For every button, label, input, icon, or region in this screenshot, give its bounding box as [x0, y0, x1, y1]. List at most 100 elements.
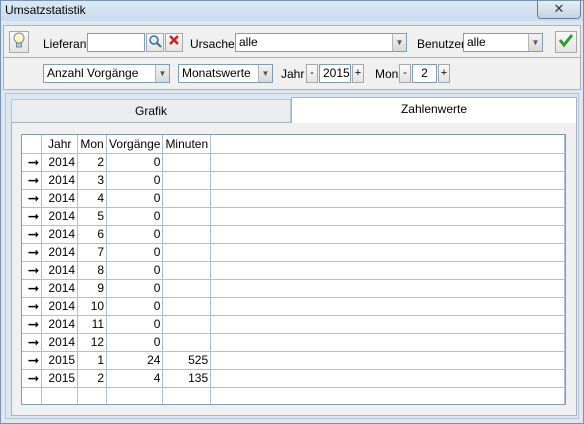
- table-row[interactable]: ➞ 2014 7 0: [22, 243, 565, 262]
- row-arrow-icon[interactable]: ➞: [22, 351, 43, 370]
- cell-mon[interactable]: 2: [77, 153, 108, 172]
- cell-minuten[interactable]: [162, 243, 212, 262]
- row-arrow-icon[interactable]: ➞: [22, 333, 43, 352]
- measure-dropdown[interactable]: Anzahl Vorgänge ▼: [43, 64, 170, 83]
- row-arrow-icon[interactable]: ➞: [22, 243, 43, 262]
- cell-mon[interactable]: 1: [77, 351, 108, 370]
- cell-mon[interactable]: 8: [77, 261, 108, 280]
- period-dropdown[interactable]: Monatswerte ▼: [178, 64, 273, 83]
- column-header-vorgaenge[interactable]: Vorgänge: [106, 135, 164, 154]
- cell-jahr[interactable]: 2014: [41, 261, 79, 280]
- cell-minuten[interactable]: 135: [162, 369, 212, 388]
- table-row[interactable]: ➞ 2014 4 0: [22, 189, 565, 208]
- cell-mon[interactable]: 10: [77, 297, 108, 316]
- ursache-dropdown[interactable]: alle ▼: [235, 33, 407, 52]
- column-header-jahr[interactable]: Jahr: [41, 135, 79, 154]
- cell-jahr[interactable]: 2014: [41, 189, 79, 208]
- cell-jahr[interactable]: 2014: [41, 171, 79, 190]
- cell-mon[interactable]: 5: [77, 207, 108, 226]
- benutzer-dropdown[interactable]: alle ▼: [463, 33, 543, 52]
- cell-mon[interactable]: 3: [77, 171, 108, 190]
- cell-vorgaenge[interactable]: 0: [106, 207, 164, 226]
- row-arrow-icon[interactable]: ➞: [22, 315, 43, 334]
- row-arrow-icon[interactable]: ➞: [22, 369, 43, 388]
- table-row[interactable]: ➞ 2014 10 0: [22, 297, 565, 316]
- column-header-mon[interactable]: Mon: [77, 135, 108, 154]
- tab-grafik[interactable]: Grafik: [11, 99, 291, 123]
- cell-vorgaenge[interactable]: 4: [106, 369, 164, 388]
- cell-vorgaenge[interactable]: 0: [106, 171, 164, 190]
- cell-minuten[interactable]: [162, 225, 212, 244]
- row-arrow-icon[interactable]: ➞: [22, 261, 43, 280]
- cell-jahr[interactable]: 2014: [41, 243, 79, 262]
- table-row[interactable]: ➞ 2014 9 0: [22, 279, 565, 298]
- row-arrow-icon[interactable]: ➞: [22, 297, 43, 316]
- cell-minuten[interactable]: [162, 171, 212, 190]
- cell-vorgaenge[interactable]: 0: [106, 333, 164, 352]
- table-row[interactable]: ➞ 2015 2 4 135: [22, 369, 565, 388]
- cell-minuten[interactable]: [162, 315, 212, 334]
- cell-minuten[interactable]: [162, 153, 212, 172]
- mon-increment-button[interactable]: +: [438, 64, 450, 83]
- cell-vorgaenge[interactable]: 0: [106, 261, 164, 280]
- cell-minuten[interactable]: [162, 189, 212, 208]
- cell-minuten[interactable]: [162, 279, 212, 298]
- row-arrow-icon[interactable]: ➞: [22, 207, 43, 226]
- cell-minuten[interactable]: [162, 261, 212, 280]
- red-x-icon[interactable]: [165, 33, 183, 52]
- cell-jahr[interactable]: 2014: [41, 315, 79, 334]
- cell-jahr[interactable]: 2014: [41, 297, 79, 316]
- table-row[interactable]: ➞ 2015 1 24 525: [22, 351, 565, 370]
- cell-mon[interactable]: 6: [77, 225, 108, 244]
- cell-jahr[interactable]: 2014: [41, 207, 79, 226]
- mon-field[interactable]: 2: [412, 64, 437, 83]
- table-row[interactable]: ➞ 2014 11 0: [22, 315, 565, 334]
- cell-jahr[interactable]: 2014: [41, 333, 79, 352]
- column-header-minuten[interactable]: Minuten: [162, 135, 212, 154]
- green-check-icon[interactable]: [555, 31, 577, 53]
- cell-vorgaenge[interactable]: 0: [106, 189, 164, 208]
- cell-jahr[interactable]: 2014: [41, 225, 79, 244]
- cell-vorgaenge[interactable]: 0: [106, 297, 164, 316]
- cell-minuten[interactable]: 525: [162, 351, 212, 370]
- jahr-increment-button[interactable]: +: [352, 64, 364, 83]
- table-row[interactable]: ➞ 2014 2 0: [22, 153, 565, 172]
- mon-decrement-button[interactable]: -: [399, 64, 411, 83]
- jahr-field[interactable]: 2015: [319, 64, 351, 83]
- table-row[interactable]: ➞ 2014 6 0: [22, 225, 565, 244]
- cell-minuten[interactable]: [162, 297, 212, 316]
- cell-vorgaenge[interactable]: 0: [106, 243, 164, 262]
- row-arrow-icon[interactable]: ➞: [22, 153, 43, 172]
- table-row[interactable]: ➞ 2014 8 0: [22, 261, 565, 280]
- empty-row[interactable]: [22, 387, 565, 404]
- lightbulb-icon[interactable]: [9, 31, 29, 53]
- row-arrow-icon[interactable]: ➞: [22, 279, 43, 298]
- cell-vorgaenge[interactable]: 0: [106, 279, 164, 298]
- table-row[interactable]: ➞ 2014 12 0: [22, 333, 565, 352]
- cell-mon[interactable]: 11: [77, 315, 108, 334]
- tab-zahlenwerte[interactable]: Zahlenwerte: [291, 97, 577, 123]
- table-row[interactable]: ➞ 2014 5 0: [22, 207, 565, 226]
- cell-mon[interactable]: 12: [77, 333, 108, 352]
- cell-minuten[interactable]: [162, 207, 212, 226]
- cell-mon[interactable]: 9: [77, 279, 108, 298]
- cell-mon[interactable]: 7: [77, 243, 108, 262]
- cell-vorgaenge[interactable]: 0: [106, 153, 164, 172]
- lieferant-input[interactable]: [87, 33, 145, 52]
- jahr-decrement-button[interactable]: -: [306, 64, 318, 83]
- row-arrow-icon[interactable]: ➞: [22, 171, 43, 190]
- cell-vorgaenge[interactable]: 0: [106, 225, 164, 244]
- table-row[interactable]: ➞ 2014 3 0: [22, 171, 565, 190]
- cell-mon[interactable]: 4: [77, 189, 108, 208]
- data-grid[interactable]: Jahr Mon Vorgänge Minuten ➞ 2014 2 0 ➞ 2014 3 0…: [21, 134, 566, 405]
- cell-jahr[interactable]: 2015: [41, 351, 79, 370]
- close-button[interactable]: ✕: [537, 1, 581, 19]
- cell-vorgaenge[interactable]: 24: [106, 351, 164, 370]
- row-arrow-icon[interactable]: ➞: [22, 189, 43, 208]
- magnifier-icon[interactable]: [146, 33, 164, 52]
- cell-vorgaenge[interactable]: 0: [106, 315, 164, 334]
- row-arrow-icon[interactable]: ➞: [22, 225, 43, 244]
- cell-jahr[interactable]: 2015: [41, 369, 79, 388]
- cell-mon[interactable]: 2: [77, 369, 108, 388]
- cell-jahr[interactable]: 2014: [41, 153, 79, 172]
